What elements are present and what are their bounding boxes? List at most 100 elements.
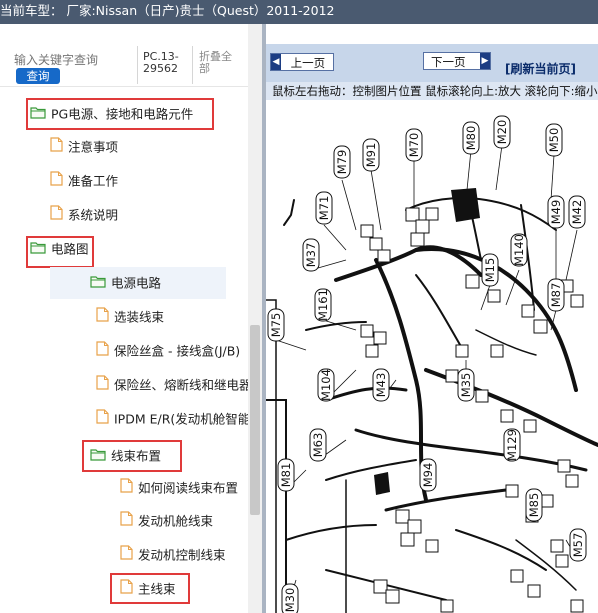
document-icon (50, 132, 63, 164)
tree-item[interactable]: 发动机控制线束 (120, 539, 248, 571)
connector-label: M85 (525, 488, 543, 522)
connector-label: M42 (568, 195, 586, 229)
connector-label-text: M79 (335, 150, 349, 175)
connector-label-text: M87 (549, 283, 563, 308)
connector-label-text: M50 (547, 128, 561, 153)
tree-folder[interactable]: 电源电路 (50, 267, 226, 299)
harness-diagram-svg[interactable]: M70 M80 M20 M50 M79 M91 M71 M49 M42 M37 M140 M15 M87… (266, 100, 598, 613)
chevron-right-icon: ▶ (480, 53, 490, 69)
folder-open-icon (30, 99, 46, 131)
connector-label-text: M104 (319, 369, 333, 401)
tree-folder[interactable]: PG电源、接地和电路元件 (30, 98, 248, 130)
tree-item-label: 发动机舱线束 (138, 513, 214, 529)
connector-label: M49 (547, 195, 565, 229)
document-icon (50, 166, 63, 198)
refresh-page-link[interactable]: [刷新当前页] (505, 60, 576, 77)
connector-label-text: M71 (317, 196, 331, 221)
connector-label-text: M57 (571, 533, 585, 558)
connector-label: M43 (372, 368, 390, 402)
tree-item[interactable]: 系统说明 (50, 199, 248, 231)
folder-open-icon (90, 268, 106, 300)
hint-bar: 鼠标左右拖动：控制图片位置 鼠标滚轮向上:放大 滚轮向下:缩小 (266, 82, 598, 100)
connector-label: M81 (277, 458, 295, 492)
tree-item[interactable]: 准备工作 (50, 165, 248, 197)
next-page-button[interactable]: 下一页 ▶ (423, 52, 491, 70)
connector-label: M30 (281, 583, 299, 613)
tree-item-label: 电路图 (51, 241, 89, 257)
tree-item-label: 发动机控制线束 (138, 547, 226, 563)
connector-label: M35 (457, 368, 475, 402)
connector-label-text: M15 (483, 258, 497, 283)
connector-label: M63 (309, 428, 327, 462)
tree-item-label: 注意事项 (68, 139, 119, 155)
window-title: 当前车型： 厂家:Nissan（日产)贵士（Quest）2011-2012 (0, 3, 335, 18)
connector-label-text: M30 (283, 588, 297, 613)
connector-label: M94 (419, 458, 437, 492)
connector-label-text: M161 (316, 289, 330, 321)
connector-label: M79 (333, 145, 351, 179)
connector-label-text: M43 (374, 373, 388, 398)
document-icon (120, 506, 133, 538)
connector-label: M15 (481, 253, 499, 287)
tree-item[interactable]: 如何阅读线束布置 (120, 472, 248, 504)
tree-item[interactable]: 保险丝、熔断线和继电器 (96, 369, 248, 401)
connector-label-text: M91 (364, 143, 378, 168)
connector-label: M57 (569, 528, 587, 562)
title-bar: 当前车型： 厂家:Nissan（日产)贵士（Quest）2011-2012 (0, 0, 598, 24)
tree-item-label: 线束布置 (111, 448, 162, 464)
document-icon (96, 404, 109, 436)
prev-page-label: 上一页 (290, 56, 326, 70)
connector-label-text: M94 (421, 463, 435, 488)
tree-item-label: 保险丝盒 - 接线盒(J/B) (114, 343, 241, 359)
tree-item[interactable]: 保险丝盒 - 接线盒(J/B) (96, 335, 248, 367)
connector-label: M104 (317, 368, 335, 402)
search-button[interactable]: 查询 (16, 68, 60, 84)
scrollbar-track[interactable] (248, 24, 262, 613)
connector-label: M91 (362, 138, 380, 172)
tree-item-label: 如何阅读线束布置 (138, 480, 239, 496)
tree-item-label: 电源电路 (111, 275, 162, 291)
tree-item-label: IPDM E/R(发动机舱智能配电模块) (114, 411, 248, 427)
collapse-all-button[interactable]: 折叠全部 (199, 51, 239, 75)
tree-item-label: 准备工作 (68, 173, 119, 189)
tree-item-label: PG电源、接地和电路元件 (51, 106, 194, 122)
connector-label-text: M20 (495, 120, 509, 145)
tree-item[interactable]: 发动机舱线束 (120, 505, 248, 537)
scrollbar-thumb[interactable] (250, 325, 260, 515)
hint-text: 鼠标左右拖动：控制图片位置 鼠标滚轮向上:放大 滚轮向下:缩小 (272, 84, 598, 98)
tree-item-label: 主线束 (138, 581, 176, 597)
tree-item[interactable]: 选装线束 (96, 301, 248, 333)
connector-label: M161 (314, 288, 332, 322)
wiring-diagram[interactable]: M70 M80 M20 M50 M79 M91 M71 M49 M42 M37 M140 M15 M87… (266, 100, 598, 613)
document-icon (50, 200, 63, 232)
tree-folder[interactable]: 线束布置 (90, 440, 248, 472)
connector-label-layer: M70 M80 M20 M50 M79 M91 M71 M49 M42 M37 M140 M15 M87… (267, 115, 587, 613)
divider (137, 46, 138, 84)
document-icon (120, 574, 133, 606)
tree-item-label: 保险丝、熔断线和继电器 (114, 377, 248, 393)
tree-item[interactable]: IPDM E/R(发动机舱智能配电模块) (96, 403, 248, 435)
connector-label: M140 (510, 233, 528, 267)
connector-label: M87 (547, 278, 565, 312)
pc-code: PC.13-29562 (143, 50, 179, 75)
connector-label-text: M35 (459, 373, 473, 398)
divider (192, 46, 193, 84)
next-page-label: 下一页 (431, 55, 466, 69)
connector-label-text: M42 (570, 200, 584, 225)
tree-item[interactable]: 注意事项 (50, 131, 248, 163)
connector-label-text: M80 (464, 126, 478, 151)
document-icon (120, 473, 133, 505)
folder-open-icon (90, 441, 106, 473)
connector-label: M37 (302, 238, 320, 272)
prev-page-button[interactable]: ◀ 上一页 (270, 53, 334, 71)
tree-folder[interactable]: 电路图 (30, 233, 248, 265)
connector-label-text: M70 (407, 133, 421, 158)
connector-label: M129 (503, 428, 521, 462)
connector-label-text: M75 (269, 313, 283, 338)
document-icon (120, 540, 133, 572)
search-input[interactable] (14, 53, 124, 67)
document-icon (96, 302, 109, 334)
tree-item[interactable]: 主线束 (120, 573, 248, 605)
connector-label-text: M37 (304, 243, 318, 268)
connector-label-text: M85 (527, 493, 541, 518)
